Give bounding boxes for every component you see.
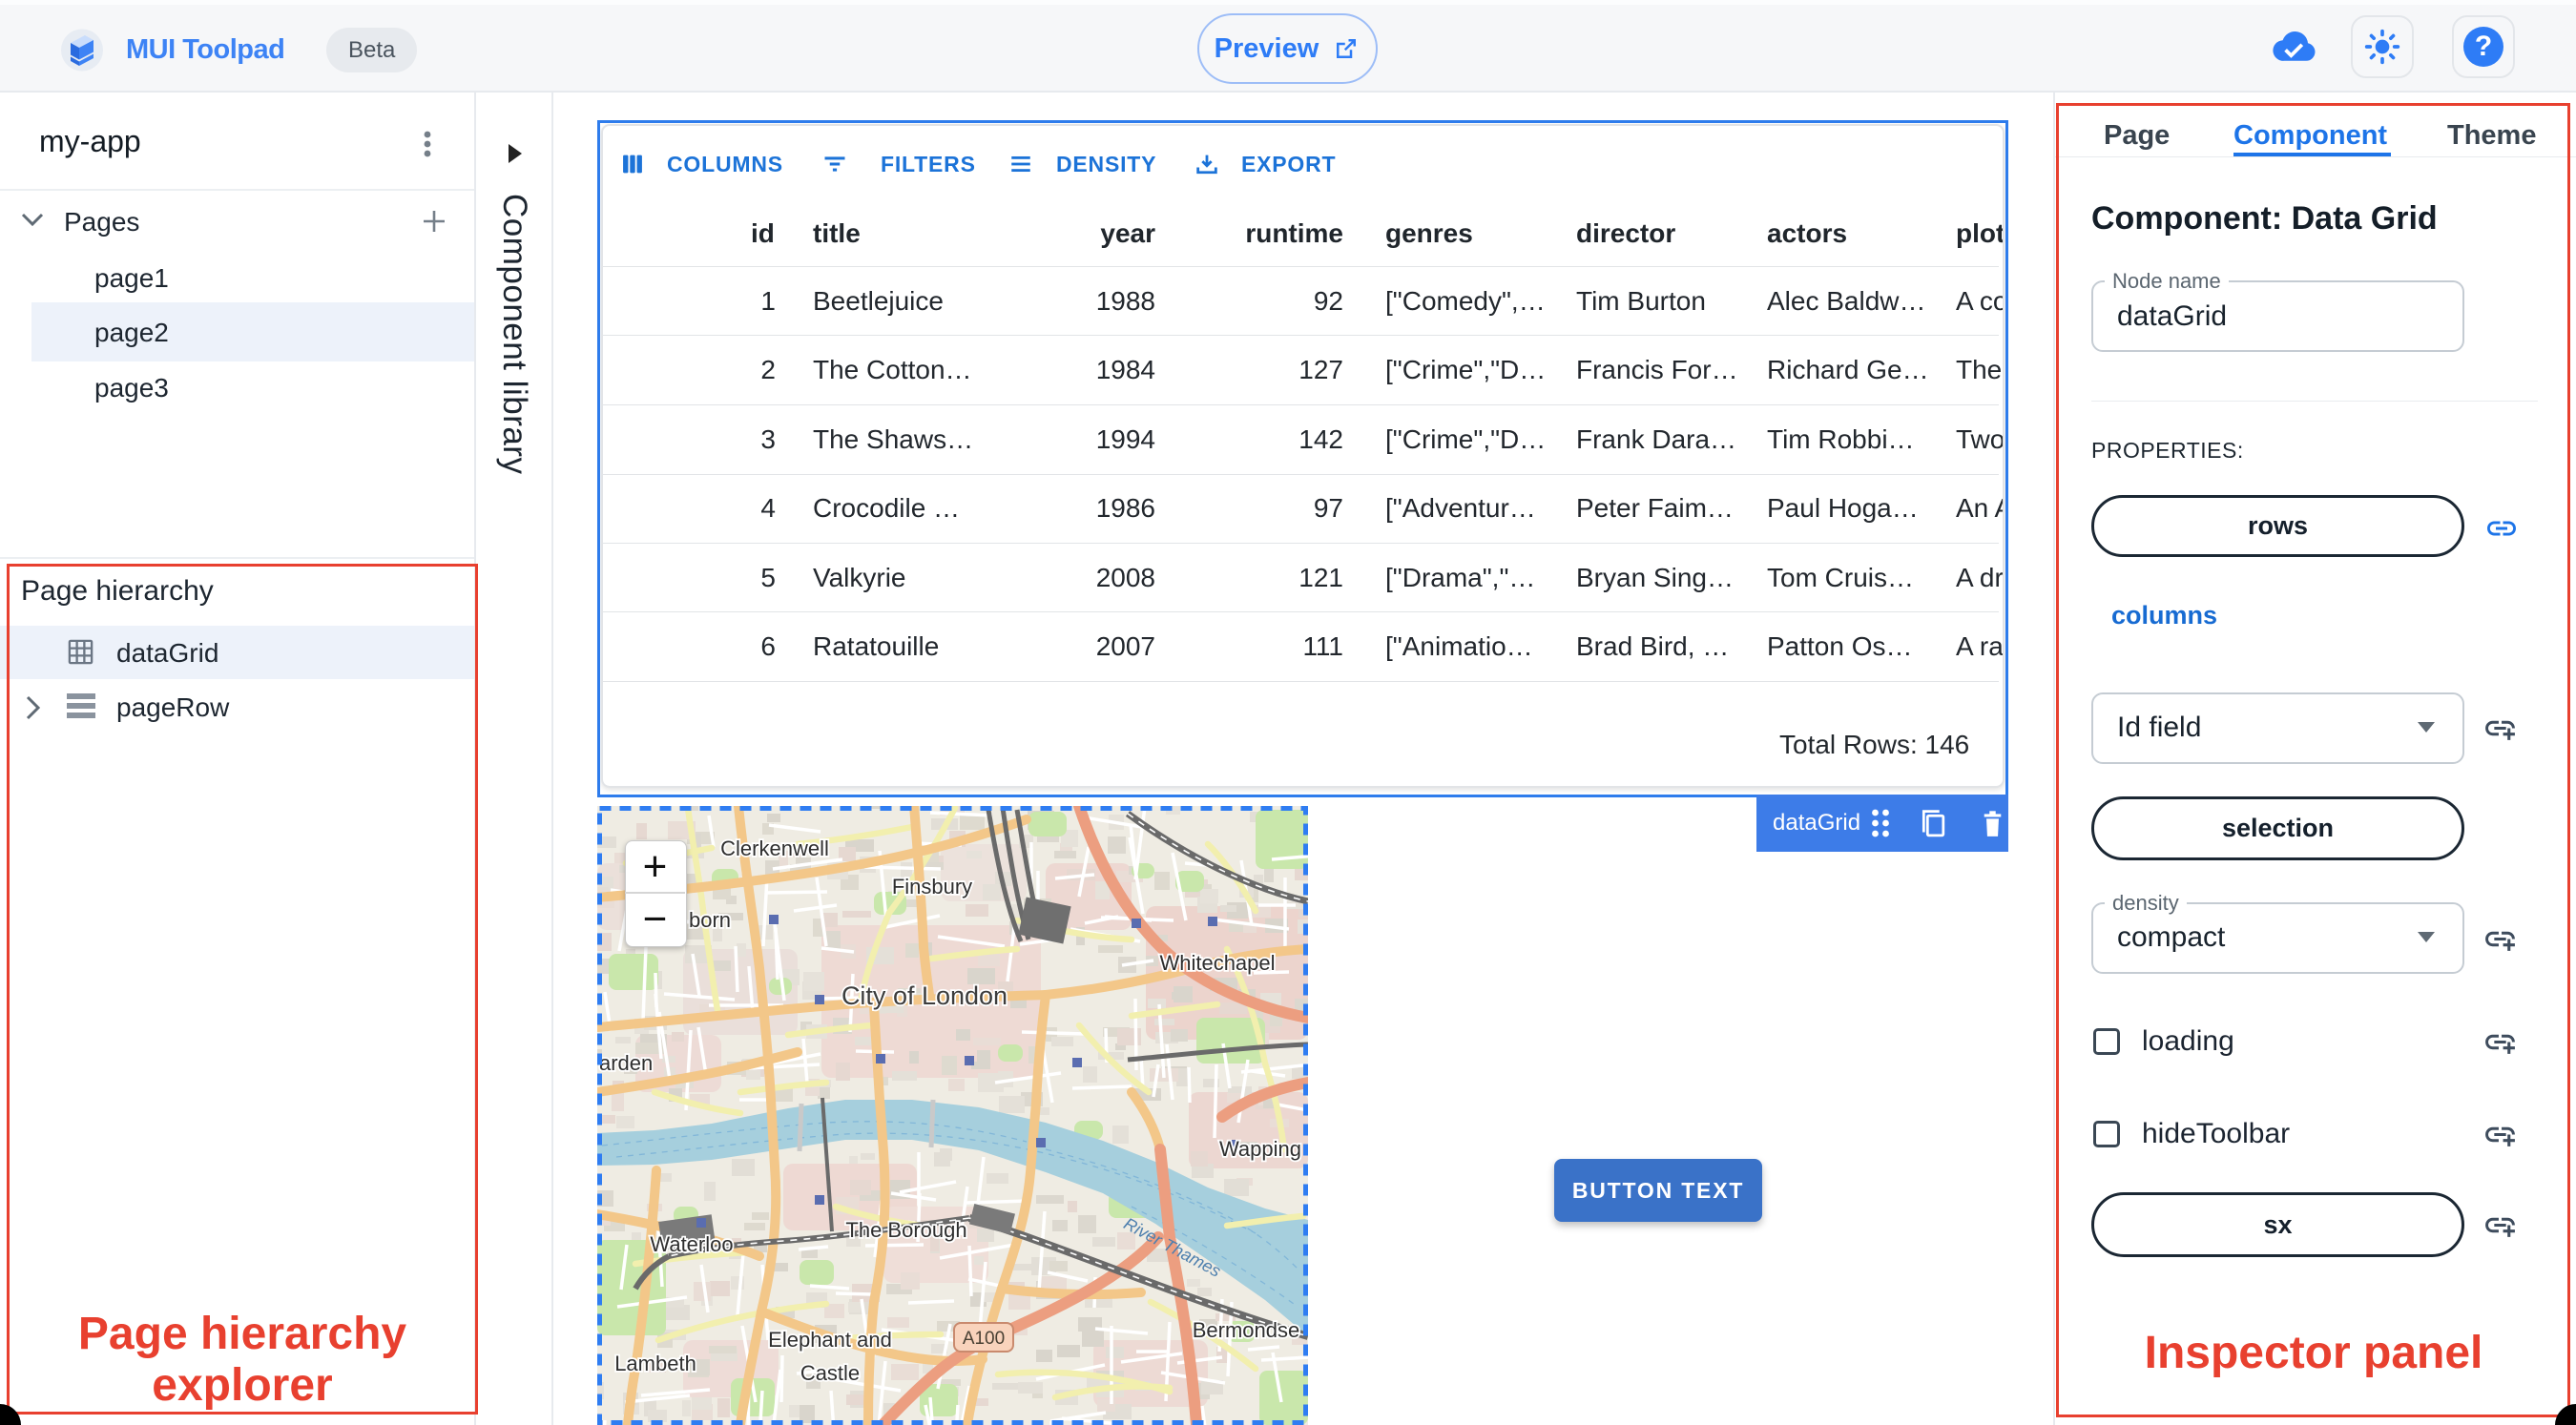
svg-text:Whitechapel: Whitechapel: [1159, 951, 1275, 975]
svg-text:Finsbury: Finsbury: [892, 875, 972, 898]
svg-text:Wapping: Wapping: [1219, 1137, 1301, 1161]
svg-text:Elephant and: Elephant and: [768, 1328, 892, 1352]
svg-text:arden: arden: [599, 1051, 653, 1075]
svg-text:A100: A100: [963, 1329, 1005, 1349]
svg-text:Castle: Castle: [800, 1361, 860, 1385]
svg-text:Lambeth: Lambeth: [614, 1352, 696, 1375]
svg-text:The Borough: The Borough: [845, 1218, 966, 1242]
svg-text:City of London: City of London: [841, 981, 1008, 1010]
svg-text:Bermondse: Bermondse: [1193, 1318, 1300, 1342]
svg-text:Waterloo: Waterloo: [650, 1232, 733, 1256]
svg-text:born: born: [689, 908, 731, 932]
svg-text:Clerkenwell: Clerkenwell: [720, 836, 829, 860]
